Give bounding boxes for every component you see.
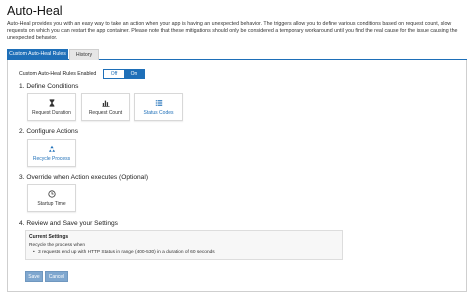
override-card-startup-time[interactable]: Startup Time [27,184,76,212]
override-heading: 3. Override when Action executes (Option… [19,174,149,181]
tab-history[interactable]: History [69,49,99,60]
save-button[interactable]: Save [25,271,43,282]
toggle-on-option[interactable]: On [124,70,144,78]
tab-custom-auto-heal-rules[interactable]: Custom Auto-Heal Rules [7,49,68,60]
list-icon [155,100,162,106]
actions-heading: 2. Configure Actions [19,128,79,135]
override-card-label: Startup Time [37,201,66,207]
current-settings-box: Current Settings Recycle the process whe… [25,230,343,260]
current-settings-rule: 3 requests end up with HTTP Status in ra… [33,250,215,255]
enable-rules-toggle[interactable]: Off On [103,69,145,79]
review-heading: 4. Review and Save your Settings [19,220,118,227]
condition-card-status-codes[interactable]: Status Codes [134,93,183,121]
condition-card-request-count[interactable]: Request Count [81,93,130,121]
enable-rules-label: Custom Auto-Heal Rules Enabled [19,71,97,77]
cancel-button[interactable]: Cancel [45,271,68,282]
action-card-recycle-process[interactable]: Recycle Process [27,139,76,167]
hourglass-icon [49,99,54,107]
condition-card-label: Request Count [88,110,123,116]
current-settings-summary: Recycle the process when [29,243,85,248]
current-settings-title: Current Settings [29,234,69,240]
condition-card-request-duration[interactable]: Request Duration [27,93,76,121]
toggle-off-option[interactable]: Off [104,70,124,78]
conditions-heading: 1. Define Conditions [19,83,79,90]
page-title: Auto-Heal [7,4,63,18]
clock-icon [47,190,56,198]
condition-card-label: Request Duration [32,110,71,116]
recycle-icon [48,145,55,152]
bar-chart-icon [101,100,110,107]
condition-card-label: Status Codes [143,110,174,116]
tab-bar: Custom Auto-Heal Rules History [7,49,467,60]
intro-text: Auto-Heal provides you with an easy way … [7,21,458,42]
action-card-label: Recycle Process [32,156,71,162]
